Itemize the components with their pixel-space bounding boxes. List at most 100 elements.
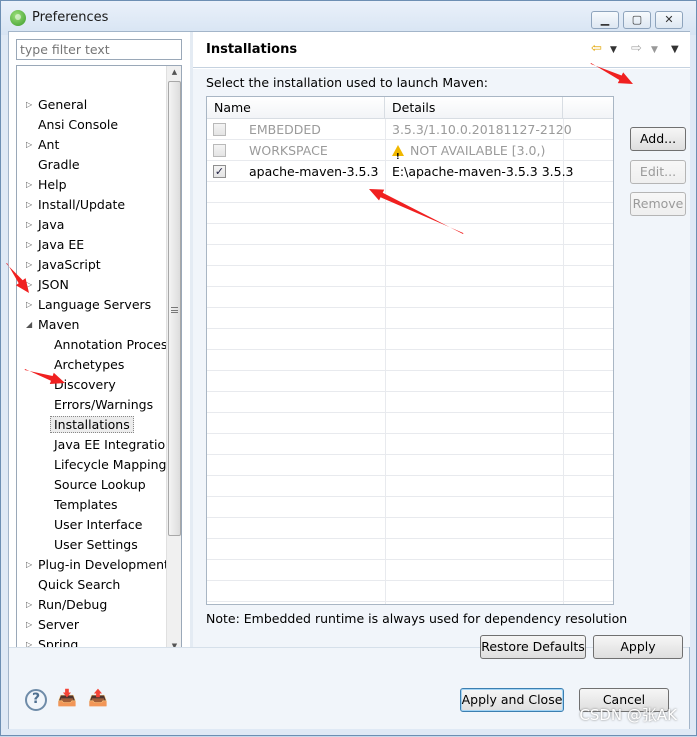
- table-row: [207, 539, 613, 560]
- edit-button[interactable]: Edit...: [630, 160, 686, 184]
- page-title: Installations: [206, 42, 298, 57]
- tree-item-label: Ant: [38, 137, 60, 152]
- tree-item-label: Install/Update: [38, 197, 126, 212]
- tree-item[interactable]: ▷ Plug-in Development: [26, 555, 167, 575]
- expanded-chevron-icon[interactable]: ◢: [26, 315, 32, 335]
- tree-item[interactable]: Ansi Console: [38, 115, 118, 135]
- tree-item[interactable]: Templates: [54, 495, 118, 515]
- maximize-button[interactable]: ▢: [623, 11, 651, 29]
- tree-item[interactable]: Gradle: [38, 155, 80, 175]
- apply-button[interactable]: Apply: [593, 635, 683, 659]
- filter-input[interactable]: [16, 39, 182, 60]
- table-row[interactable]: WORKSPACE NOT AVAILABLE [3.0,): [207, 140, 613, 167]
- collapsed-chevron-icon[interactable]: ▷: [26, 135, 32, 155]
- tree-item[interactable]: Annotation Processing: [54, 335, 167, 355]
- table-row: [207, 350, 613, 371]
- grip-icon: [171, 307, 178, 313]
- column-header-details[interactable]: Details: [385, 97, 563, 119]
- close-window-button[interactable]: ✕: [655, 11, 683, 29]
- minimize-button[interactable]: ▁: [591, 11, 619, 29]
- tree-item[interactable]: ▷ Java: [26, 215, 64, 235]
- collapsed-chevron-icon[interactable]: ▷: [26, 175, 32, 195]
- table-row[interactable]: EMBEDDED 3.5.3/1.10.0.20181127-2120: [207, 119, 613, 140]
- page-body: Select the installation used to launch M…: [193, 69, 690, 647]
- dialog-client-area: ▷ General Ansi Console ▷ Ant Gradle ▷ Help ▷ Inst…: [8, 31, 690, 729]
- row-checkbox[interactable]: [213, 144, 226, 157]
- table-row: [207, 518, 613, 539]
- tree-item[interactable]: ▷ Run/Debug: [26, 595, 107, 615]
- tree-item[interactable]: Java EE Integration: [54, 435, 167, 455]
- tree-item[interactable]: Archetypes: [54, 355, 124, 375]
- table-row: [207, 497, 613, 518]
- watermark: CSDN @张AK: [579, 706, 677, 724]
- tree-item[interactable]: ▷ JavaScript: [26, 255, 101, 275]
- tree-item[interactable]: Lifecycle Mappings: [54, 455, 167, 475]
- help-icon[interactable]: ?: [25, 689, 47, 711]
- row-checkbox[interactable]: [213, 123, 226, 136]
- tree-item[interactable]: ▷ Install/Update: [26, 195, 126, 215]
- view-menu-icon[interactable]: ▼: [671, 44, 679, 55]
- tree-item-label: Language Servers: [38, 297, 152, 312]
- tree-item[interactable]: ▷ Java EE: [26, 235, 84, 255]
- tree-item[interactable]: ▷ Server: [26, 615, 79, 635]
- collapsed-chevron-icon[interactable]: ▷: [26, 255, 32, 275]
- tree-vertical-scrollbar[interactable]: ▲ ▼: [166, 66, 181, 655]
- tree-item-label: Maven: [38, 317, 80, 332]
- table-row: [207, 455, 613, 476]
- tree-item[interactable]: Source Lookup: [54, 475, 146, 495]
- forward-arrow-icon[interactable]: ⇨: [631, 41, 642, 56]
- tree-item[interactable]: User Interface: [54, 515, 142, 535]
- tree-item[interactable]: User Settings: [54, 535, 138, 555]
- tree-item[interactable]: Discovery: [54, 375, 116, 395]
- installation-name: WORKSPACE: [249, 143, 328, 158]
- back-arrow-icon[interactable]: ⇦: [591, 41, 602, 56]
- dialog-footer: Restore Defaults Apply ? 📥 📤 Apply and C…: [9, 635, 689, 729]
- scroll-up-icon[interactable]: ▲: [167, 68, 181, 76]
- tree-item[interactable]: ▷ General: [26, 95, 87, 115]
- collapsed-chevron-icon[interactable]: ▷: [26, 295, 32, 315]
- import-icon[interactable]: 📥: [56, 688, 78, 710]
- collapsed-chevron-icon[interactable]: ▷: [26, 275, 32, 295]
- column-header-name[interactable]: Name: [207, 97, 385, 119]
- table-row[interactable]: ✓ apache-maven-3.5.3 E:\apache-maven-3.5.3…: [207, 161, 613, 182]
- tree-item[interactable]: ▷ JSON: [26, 275, 69, 295]
- table-row: [207, 182, 613, 203]
- row-checkbox[interactable]: ✓: [213, 165, 226, 178]
- embedded-runtime-note: Note: Embedded runtime is always used fo…: [206, 611, 628, 626]
- restore-defaults-button[interactable]: Restore Defaults: [480, 635, 586, 659]
- back-menu-chevron-down-icon[interactable]: ▼: [610, 45, 617, 55]
- preference-tree: ▷ General Ansi Console ▷ Ant Gradle ▷ Help ▷ Inst…: [16, 65, 182, 671]
- installation-name: apache-maven-3.5.3: [249, 164, 379, 179]
- preferences-window: Preferences ▁ ▢ ✕ ▷ General Ansi Console ▷ A…: [0, 0, 697, 736]
- tree-item[interactable]: Errors/Warnings: [54, 395, 153, 415]
- collapsed-chevron-icon[interactable]: ▷: [26, 555, 32, 575]
- collapsed-chevron-icon[interactable]: ▷: [26, 235, 32, 255]
- installations-table: Name Details EMBEDDED 3.5.3/1.10.0.201811…: [206, 96, 614, 605]
- tree-item[interactable]: Quick Search: [38, 575, 120, 595]
- collapsed-chevron-icon[interactable]: ▷: [26, 615, 32, 635]
- tree-item[interactable]: ◢ Maven: [26, 315, 80, 335]
- tree-item-label: Help: [38, 177, 67, 192]
- apply-and-close-button[interactable]: Apply and Close: [460, 688, 564, 712]
- tree-items: ▷ General Ansi Console ▷ Ant Gradle ▷ Help ▷ Inst…: [17, 66, 167, 655]
- tree-item-label: Archetypes: [54, 357, 125, 372]
- tree-item[interactable]: ▷ Language Servers: [26, 295, 152, 315]
- tree-item-label: Discovery: [54, 377, 116, 392]
- tree-item[interactable]: Installations: [50, 415, 134, 435]
- tree-item[interactable]: ▷ Ant: [26, 135, 60, 155]
- details-text: NOT AVAILABLE [3.0,): [410, 143, 546, 158]
- tree-item-label: Gradle: [38, 157, 80, 172]
- column-header-filler: [563, 97, 613, 119]
- add-button[interactable]: Add...: [630, 127, 686, 151]
- collapsed-chevron-icon[interactable]: ▷: [26, 595, 32, 615]
- table-row: [207, 308, 613, 329]
- export-icon[interactable]: 📤: [87, 688, 109, 710]
- tree-item[interactable]: ▷ Help: [26, 175, 67, 195]
- forward-menu-chevron-down-icon[interactable]: ▼: [651, 45, 658, 55]
- remove-button[interactable]: Remove: [630, 192, 686, 216]
- tree-scroll-thumb[interactable]: [168, 81, 181, 536]
- collapsed-chevron-icon[interactable]: ▷: [26, 195, 32, 215]
- collapsed-chevron-icon[interactable]: ▷: [26, 215, 32, 235]
- collapsed-chevron-icon[interactable]: ▷: [26, 95, 32, 115]
- table-row: [207, 203, 613, 224]
